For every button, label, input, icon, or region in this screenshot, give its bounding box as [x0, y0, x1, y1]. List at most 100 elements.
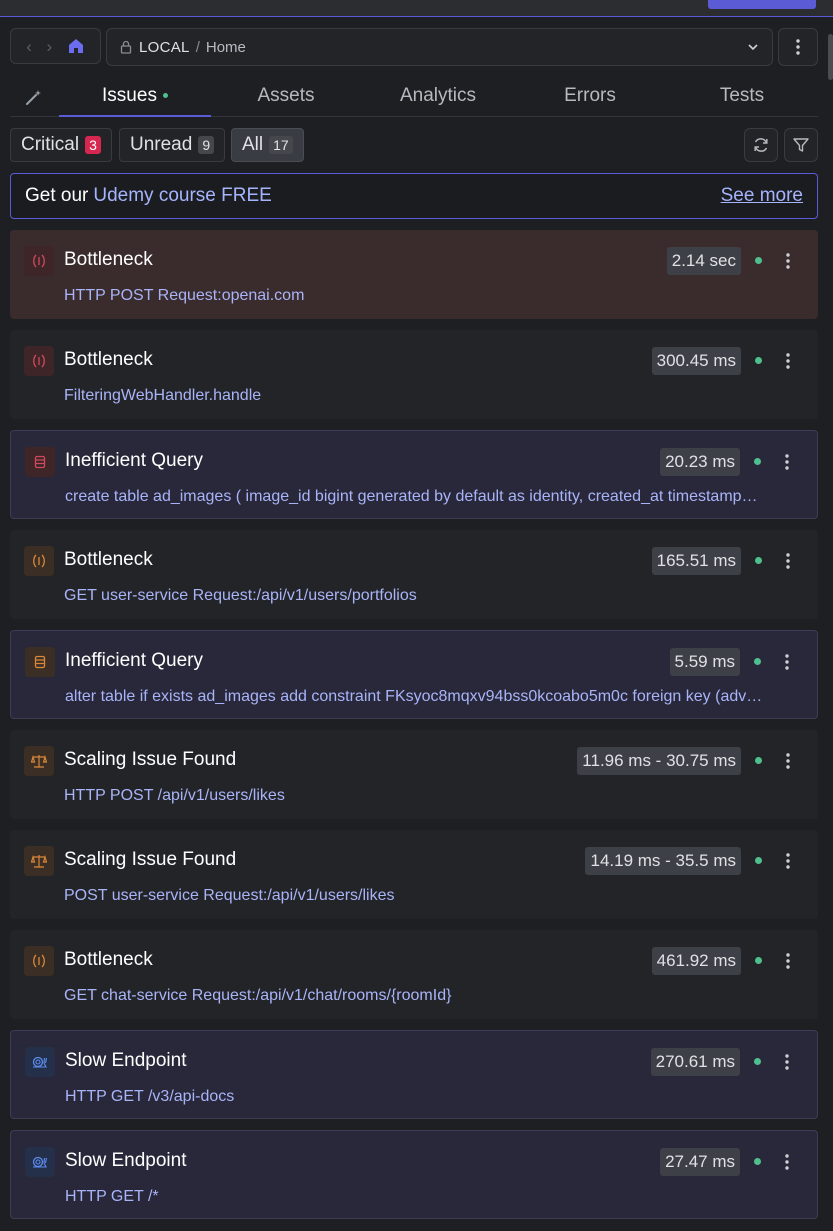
issue-metric: 11.96 ms - 30.75 ms	[577, 747, 741, 775]
issue-menu-button[interactable]	[780, 850, 796, 872]
bottleneck-icon	[24, 546, 54, 576]
issue-metric: 270.61 ms	[650, 1048, 740, 1076]
kebab-icon	[786, 953, 790, 969]
issue-title: Bottleneck	[64, 549, 153, 570]
promo-text: Get our	[25, 185, 89, 206]
issue-metric: 5.59 ms	[669, 648, 740, 676]
issue-menu-button[interactable]	[780, 550, 796, 572]
magic-wand-icon[interactable]	[24, 87, 44, 107]
promo-banner: Get our Udemy course FREE See more	[10, 173, 818, 219]
issue-menu-button[interactable]	[780, 950, 796, 972]
issue-menu-button[interactable]	[780, 350, 796, 372]
kebab-icon	[786, 753, 790, 769]
issue-metric: 461.92 ms	[651, 947, 741, 975]
promo-course-link[interactable]: Udemy course FREE	[93, 185, 271, 207]
scrollbar[interactable]	[828, 34, 833, 80]
issue-subtitle[interactable]: POST user-service Request:/api/v1/users/…	[64, 887, 764, 905]
issue-menu-button[interactable]	[780, 250, 796, 272]
status-dot	[754, 1058, 761, 1065]
chevron-down-icon[interactable]	[746, 40, 760, 54]
issue-title: Bottleneck	[64, 349, 153, 370]
issue-card[interactable]: Scaling Issue Found 14.19 ms - 35.5 ms P…	[10, 830, 818, 919]
issue-card[interactable]: Inefficient Query 5.59 ms alter table if…	[10, 630, 818, 719]
bottleneck-icon	[24, 246, 54, 276]
issue-subtitle[interactable]: GET user-service Request:/api/v1/users/p…	[64, 587, 764, 605]
filter-label: All	[242, 134, 264, 155]
status-dot	[755, 557, 762, 564]
issue-card[interactable]: Slow Endpoint 270.61 ms HTTP GET /v3/api…	[10, 1030, 818, 1119]
tab-analytics[interactable]: Analytics	[362, 76, 514, 116]
bottleneck-icon	[24, 946, 54, 976]
issue-menu-button[interactable]	[780, 750, 796, 772]
filter-button[interactable]	[784, 128, 818, 162]
issue-metric: 20.23 ms	[660, 448, 740, 476]
issue-menu-button[interactable]	[779, 1051, 795, 1073]
see-more-link[interactable]: See more	[721, 185, 803, 207]
status-dot	[755, 957, 762, 964]
all-count-badge: 17	[269, 136, 293, 154]
issue-card[interactable]: Inefficient Query 20.23 ms create table …	[10, 430, 818, 519]
tab-tests[interactable]: Tests	[666, 76, 818, 116]
kebab-icon	[785, 654, 789, 670]
kebab-icon	[786, 553, 790, 569]
chevron-left-icon[interactable]: ‹	[26, 38, 32, 55]
chevron-right-icon[interactable]: ›	[46, 38, 52, 55]
filter-label: Critical	[21, 134, 80, 155]
tab-assets[interactable]: Assets	[211, 76, 361, 116]
issue-subtitle[interactable]: create table ad_images ( image_id bigint…	[65, 488, 765, 506]
status-dot	[755, 857, 762, 864]
tab-label: Assets	[257, 85, 315, 106]
unread-count-badge: 9	[198, 136, 215, 154]
issue-metric: 165.51 ms	[651, 547, 741, 575]
status-dot	[755, 357, 762, 364]
location-path: Home	[205, 38, 246, 56]
more-options-button[interactable]	[778, 28, 818, 66]
snail-icon	[25, 1147, 55, 1177]
issue-title: Scaling Issue Found	[64, 849, 237, 870]
issue-metric: 27.47 ms	[660, 1148, 740, 1176]
issue-menu-button[interactable]	[779, 451, 795, 473]
filter-unread[interactable]: Unread 9	[119, 128, 226, 162]
tab-label: Tests	[719, 85, 765, 106]
issue-card[interactable]: Slow Endpoint 27.47 ms HTTP GET /*	[10, 1130, 818, 1219]
issue-subtitle[interactable]: HTTP POST /api/v1/users/likes	[64, 787, 764, 805]
issue-card[interactable]: Bottleneck 461.92 ms GET chat-service Re…	[10, 930, 818, 1019]
filter-critical[interactable]: Critical 3	[10, 128, 112, 162]
scale-icon	[24, 846, 54, 876]
issue-title: Scaling Issue Found	[64, 749, 237, 770]
issue-card[interactable]: Bottleneck 2.14 sec HTTP POST Request:op…	[10, 230, 818, 319]
issue-title: Bottleneck	[64, 249, 153, 270]
home-icon[interactable]	[67, 37, 85, 55]
issue-subtitle[interactable]: GET chat-service Request:/api/v1/chat/ro…	[64, 987, 764, 1005]
issue-subtitle[interactable]: alter table if exists ad_images add cons…	[65, 688, 765, 706]
top-accent-button[interactable]	[708, 0, 816, 9]
tab-issues[interactable]: Issues	[59, 76, 211, 117]
issue-title: Inefficient Query	[65, 650, 204, 671]
kebab-icon	[796, 39, 800, 55]
issue-subtitle[interactable]: FilteringWebHandler.handle	[64, 387, 764, 405]
status-dot	[754, 1158, 761, 1165]
environment-label: LOCAL	[139, 38, 190, 56]
issue-card[interactable]: Bottleneck 165.51 ms GET user-service Re…	[10, 530, 818, 619]
issue-card[interactable]: Scaling Issue Found 11.96 ms - 30.75 ms …	[10, 730, 818, 819]
issue-metric: 2.14 sec	[666, 247, 741, 275]
issue-subtitle[interactable]: HTTP GET /*	[65, 1188, 765, 1206]
nav-group: ‹ ›	[10, 28, 101, 64]
issue-menu-button[interactable]	[779, 1151, 795, 1173]
issue-metric: 300.45 ms	[651, 347, 741, 375]
refresh-button[interactable]	[744, 128, 778, 162]
location-bar[interactable]: LOCAL / Home	[106, 28, 773, 66]
issue-title: Slow Endpoint	[65, 1150, 187, 1171]
kebab-icon	[786, 253, 790, 269]
filter-all[interactable]: All 17	[231, 128, 304, 162]
issue-subtitle[interactable]: HTTP GET /v3/api-docs	[65, 1088, 765, 1106]
issue-title: Bottleneck	[64, 949, 153, 970]
kebab-icon	[786, 853, 790, 869]
issue-card[interactable]: Bottleneck 300.45 ms FilteringWebHandler…	[10, 330, 818, 419]
bottleneck-icon	[24, 346, 54, 376]
kebab-icon	[785, 1154, 789, 1170]
tab-errors[interactable]: Errors	[514, 76, 666, 116]
path-separator: /	[195, 38, 200, 56]
issue-menu-button[interactable]	[779, 651, 795, 673]
issue-subtitle[interactable]: HTTP POST Request:openai.com	[64, 287, 764, 305]
